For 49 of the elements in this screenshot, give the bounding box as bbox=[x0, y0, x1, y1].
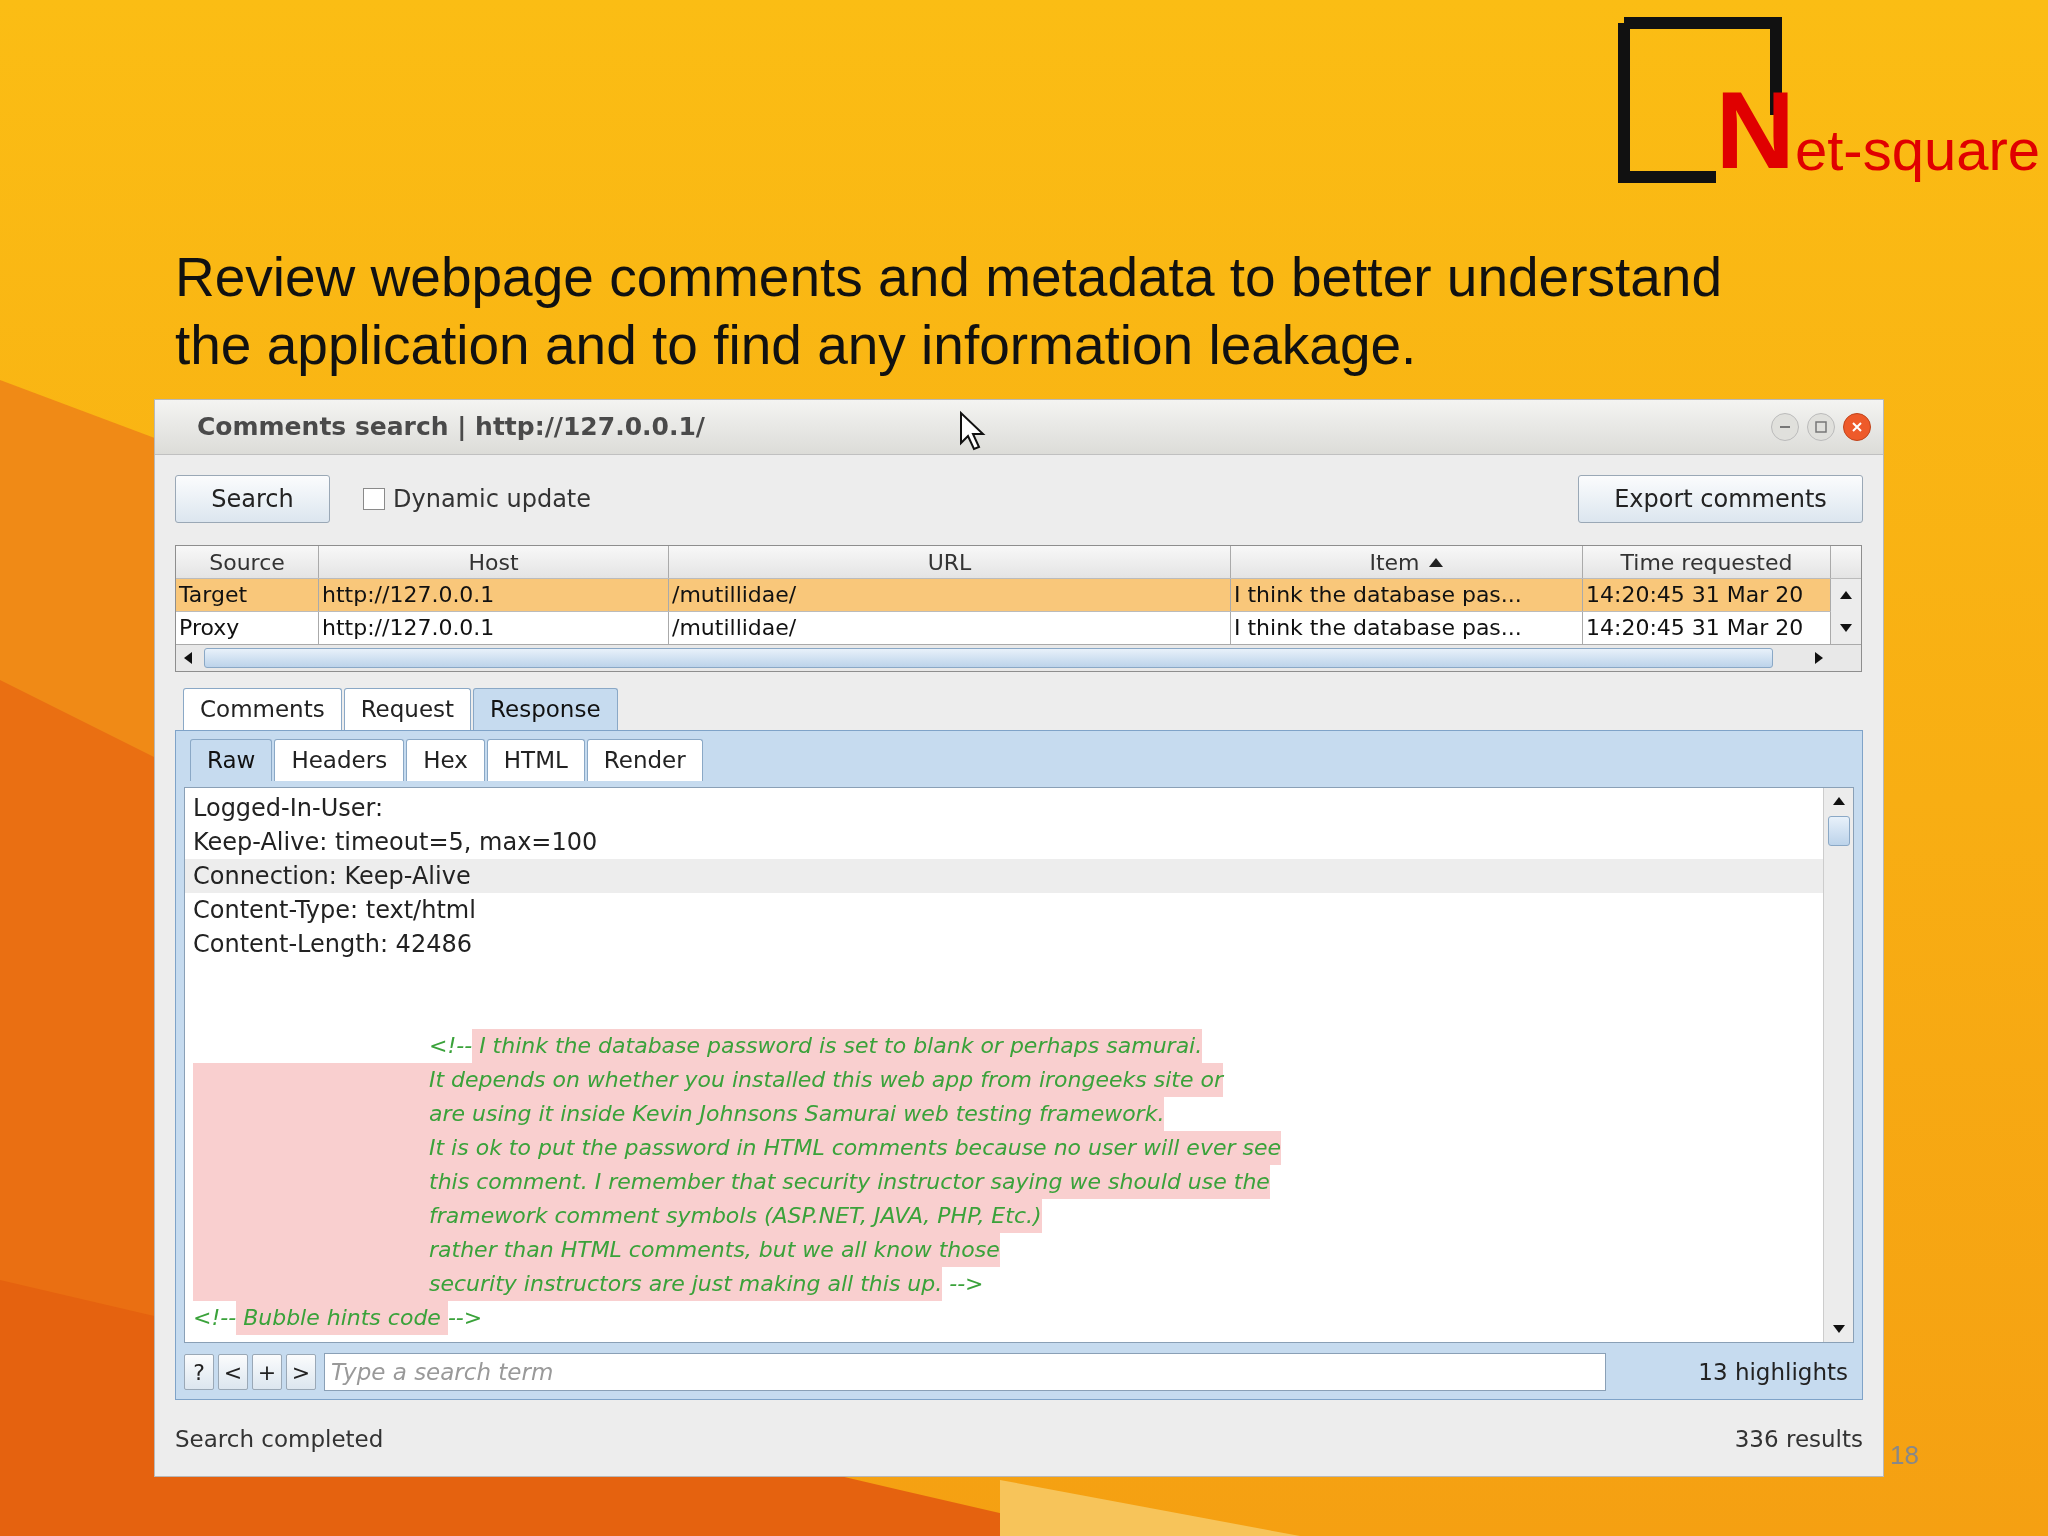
vertical-scrollbar[interactable] bbox=[1823, 788, 1853, 1342]
text-line: Keep-Alive: timeout=5, max=100 bbox=[192, 827, 599, 858]
tab[interactable]: Hex bbox=[406, 739, 485, 781]
checkbox[interactable] bbox=[363, 488, 385, 510]
maximize-button[interactable] bbox=[1807, 413, 1835, 441]
minimize-button[interactable] bbox=[1771, 413, 1799, 441]
tab[interactable]: Request bbox=[343, 688, 472, 730]
close-button[interactable] bbox=[1843, 413, 1871, 441]
results-count: 336 results bbox=[1734, 1425, 1863, 1454]
close-icon bbox=[1851, 421, 1863, 433]
search-field[interactable]: Type a search term bbox=[324, 1353, 1606, 1391]
text-line: Content-Type: text/html bbox=[192, 895, 477, 926]
export-button[interactable]: Export comments bbox=[1578, 475, 1863, 523]
table-row[interactable]: Proxy http://127.0.0.1 /mutillidae/ I think the database pas... 14:20:45 31 Mar 20 bbox=[176, 611, 1831, 644]
search-nav-button[interactable]: ? bbox=[184, 1354, 214, 1390]
search-nav-button[interactable]: > bbox=[286, 1354, 316, 1390]
window-title: Comments search | http://127.0.0.1/ bbox=[197, 411, 705, 444]
search-button[interactable]: Search bbox=[175, 475, 330, 523]
search-nav-button[interactable]: < bbox=[218, 1354, 248, 1390]
mouse-cursor-icon bbox=[958, 410, 988, 452]
text-line: Logged-In-User: bbox=[192, 793, 385, 824]
comment-line: It is ok to put the password in HTML comments because no user will ever see bbox=[193, 1131, 1281, 1165]
scrollbar-thumb[interactable] bbox=[1827, 816, 1850, 846]
text-line: Content-Length: 42486 bbox=[192, 929, 473, 960]
slide-heading: Review webpage comments and metadata to better understand the application and to find any information leakage. bbox=[175, 245, 1724, 378]
comment-line: framework comment symbols (ASP.NET, JAVA, PHP, Etc.) bbox=[193, 1199, 1042, 1233]
highlight-count: 13 highlights bbox=[1697, 1357, 1849, 1387]
comment-line: It depends on whether you installed this web app from irongeeks site or bbox=[193, 1063, 1223, 1097]
comment-line: rather than HTML comments, but we all know those bbox=[193, 1233, 1000, 1267]
comment-line: security instructors are just making all this up. --> bbox=[193, 1267, 984, 1301]
tab[interactable]: Render bbox=[586, 739, 703, 781]
checkbox-label: Dynamic update bbox=[393, 484, 592, 515]
comment-line: this comment. I remember that security instructor saying we should use the bbox=[193, 1165, 1270, 1199]
search-nav-button[interactable]: + bbox=[252, 1354, 282, 1390]
status-message: Search completed bbox=[175, 1425, 384, 1454]
table-row[interactable]: Target http://127.0.0.1 /mutillidae/ I think the database pas... 14:20:45 31 Mar 20 bbox=[176, 578, 1831, 611]
tab[interactable]: Comments bbox=[183, 688, 342, 730]
tab[interactable]: Raw bbox=[190, 739, 273, 781]
logo-text: et-square bbox=[1794, 121, 2040, 184]
tab[interactable]: HTML bbox=[486, 739, 585, 781]
comment-line: are using it inside Kevin Johnsons Samurai web testing framework. bbox=[193, 1097, 1165, 1131]
logo-initial: N bbox=[1715, 75, 1795, 185]
page-number: 18 bbox=[1890, 1439, 1919, 1472]
tab[interactable]: Headers bbox=[274, 739, 405, 781]
comment-line: <!-- Bubble hints code --> bbox=[193, 1301, 483, 1335]
horizontal-scrollbar[interactable] bbox=[176, 644, 1861, 671]
maximize-icon bbox=[1815, 421, 1827, 433]
scrollbar-thumb[interactable] bbox=[204, 648, 1773, 668]
tab[interactable]: Response bbox=[473, 688, 618, 730]
